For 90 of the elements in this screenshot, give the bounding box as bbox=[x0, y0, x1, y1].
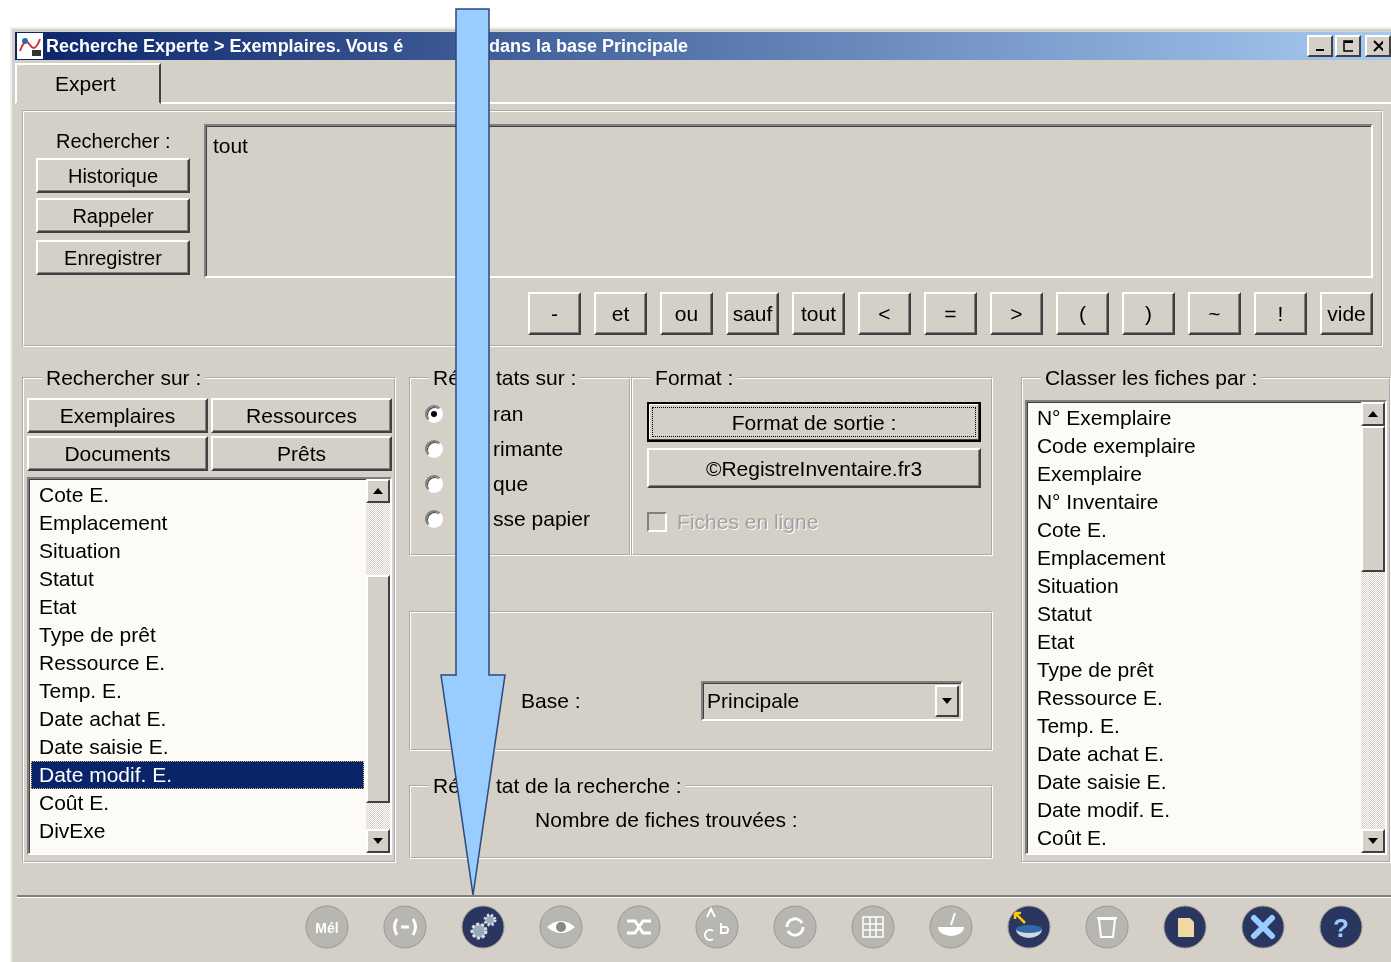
group-label: Rechercher sur : bbox=[45, 367, 203, 388]
list-item[interactable]: Type de prêt bbox=[31, 621, 365, 649]
note-icon[interactable] bbox=[1163, 905, 1207, 949]
field-group-button[interactable]: Ressources bbox=[211, 398, 393, 433]
list-item[interactable]: Coût E. bbox=[31, 789, 365, 817]
list-item[interactable]: DivExe bbox=[31, 817, 365, 845]
list-item[interactable]: Etat bbox=[1028, 628, 1359, 656]
search-action-button[interactable]: Enregistrer bbox=[36, 240, 190, 275]
operator-button[interactable]: ) bbox=[1122, 292, 1175, 335]
list-item[interactable]: Cote E. bbox=[1028, 516, 1359, 544]
group-label: Format : bbox=[654, 367, 735, 388]
search-label: Rechercher : bbox=[55, 129, 172, 154]
radio-button[interactable] bbox=[425, 439, 444, 458]
list-item[interactable]: N° Inventaire bbox=[1028, 488, 1359, 516]
list-item[interactable]: Date saisie E. bbox=[1028, 768, 1359, 796]
operator-button[interactable]: = bbox=[924, 292, 977, 335]
list-item[interactable]: Date modif. E. bbox=[1028, 796, 1359, 824]
list-item[interactable]: Situation bbox=[31, 537, 365, 565]
operator-button[interactable]: < bbox=[858, 292, 911, 335]
caret-icon bbox=[942, 698, 953, 704]
window-title: Recherche Experte > Exemplaires. Vous é bbox=[46, 34, 405, 58]
list-item[interactable]: N° Exemplaire bbox=[1028, 404, 1359, 432]
scrollbar[interactable] bbox=[1361, 402, 1385, 853]
maximize-button[interactable] bbox=[1335, 35, 1361, 57]
radio-button[interactable] bbox=[425, 474, 444, 493]
radio-label: ran bbox=[493, 400, 524, 427]
up-arrow-icon bbox=[373, 488, 384, 494]
result-count-label: Nombre de fiches trouvées : bbox=[535, 807, 798, 833]
list-item[interactable]: Situation bbox=[1028, 572, 1359, 600]
list-item[interactable]: Etat bbox=[31, 593, 365, 621]
list-item[interactable]: Coût E. bbox=[1028, 824, 1359, 852]
field-group-button[interactable]: Prêts bbox=[211, 436, 393, 471]
base-label: Base : bbox=[521, 688, 582, 715]
list-item[interactable]: Ressource E. bbox=[1028, 684, 1359, 712]
list-item[interactable]: Statut bbox=[1028, 600, 1359, 628]
list-item[interactable]: Ressource E. bbox=[31, 649, 365, 677]
minimize-button[interactable] bbox=[1307, 35, 1333, 57]
tab[interactable]: Expert bbox=[15, 63, 161, 104]
operator-button[interactable]: ( bbox=[1056, 292, 1109, 335]
up-arrow-icon bbox=[1368, 411, 1378, 417]
base-select[interactable]: Principale bbox=[701, 681, 964, 721]
help-icon[interactable]: ? bbox=[1319, 905, 1363, 949]
close-icon bbox=[1373, 40, 1383, 52]
maximize-icon bbox=[1343, 40, 1353, 52]
close-icon[interactable] bbox=[1241, 905, 1285, 949]
search-query-field[interactable]: tout bbox=[203, 124, 1373, 278]
list-item[interactable]: Type de prêt bbox=[1028, 656, 1359, 684]
close-button[interactable] bbox=[1365, 35, 1391, 57]
format-button[interactable]: Format de sortie : bbox=[647, 402, 982, 442]
operator-button[interactable]: > bbox=[990, 292, 1043, 335]
operator-button[interactable]: et bbox=[594, 292, 647, 335]
operator-button[interactable]: tout bbox=[792, 292, 845, 335]
search-action-button[interactable]: Historique bbox=[36, 158, 190, 193]
down-arrow-icon bbox=[373, 838, 384, 844]
gears-icon[interactable] bbox=[461, 905, 505, 949]
operator-button[interactable]: ~ bbox=[1188, 292, 1241, 335]
scrollbar[interactable] bbox=[366, 479, 391, 853]
operator-button[interactable]: sauf bbox=[726, 292, 779, 335]
list-item[interactable]: Date achat E. bbox=[1028, 740, 1359, 768]
operator-button[interactable]: ! bbox=[1254, 292, 1307, 335]
list-item[interactable]: Temp. E. bbox=[31, 677, 365, 705]
format-button[interactable]: ©RegistreInventaire.fr3 bbox=[647, 448, 982, 488]
minimize-icon bbox=[1316, 49, 1324, 51]
list-item[interactable]: Emplacement bbox=[31, 509, 365, 537]
search-action-button[interactable]: Rappeler bbox=[36, 198, 190, 233]
down-arrow-icon bbox=[1368, 838, 1378, 844]
operator-button[interactable]: vide bbox=[1320, 292, 1373, 335]
list-item[interactable]: Date achat E. bbox=[31, 705, 365, 733]
radio-label: que bbox=[493, 470, 529, 497]
operator-button[interactable]: - bbox=[528, 292, 581, 335]
group-label: tat de la recherche : bbox=[495, 774, 682, 797]
bowl-arrow-icon[interactable] bbox=[1007, 905, 1051, 949]
field-group-button[interactable]: Exemplaires bbox=[27, 398, 209, 433]
field-group-button[interactable]: Documents bbox=[27, 436, 209, 471]
operator-button[interactable]: ou bbox=[660, 292, 713, 335]
group-label: Classer les fiches par : bbox=[1043, 367, 1259, 388]
list-item[interactable]: Exemplaire bbox=[1028, 460, 1359, 488]
list-item[interactable]: Emplacement bbox=[1028, 544, 1359, 572]
list-item[interactable]: Date saisie E. bbox=[31, 733, 365, 761]
radio-button[interactable] bbox=[425, 509, 444, 528]
list-item[interactable]: Code exemplaire bbox=[1028, 432, 1359, 460]
group-label: tats sur : bbox=[495, 366, 577, 389]
radio-button[interactable] bbox=[425, 404, 444, 423]
radio-label: sse papier bbox=[493, 505, 590, 532]
list-item[interactable]: Date modif. E. bbox=[31, 761, 365, 789]
list-item[interactable]: Statut bbox=[31, 565, 365, 593]
window-title: dans la base Principale bbox=[489, 34, 689, 58]
list-item[interactable]: Cote E. bbox=[31, 481, 365, 509]
list-item[interactable]: Temp. E. bbox=[1028, 712, 1359, 740]
radio-label: rimante bbox=[493, 435, 564, 462]
